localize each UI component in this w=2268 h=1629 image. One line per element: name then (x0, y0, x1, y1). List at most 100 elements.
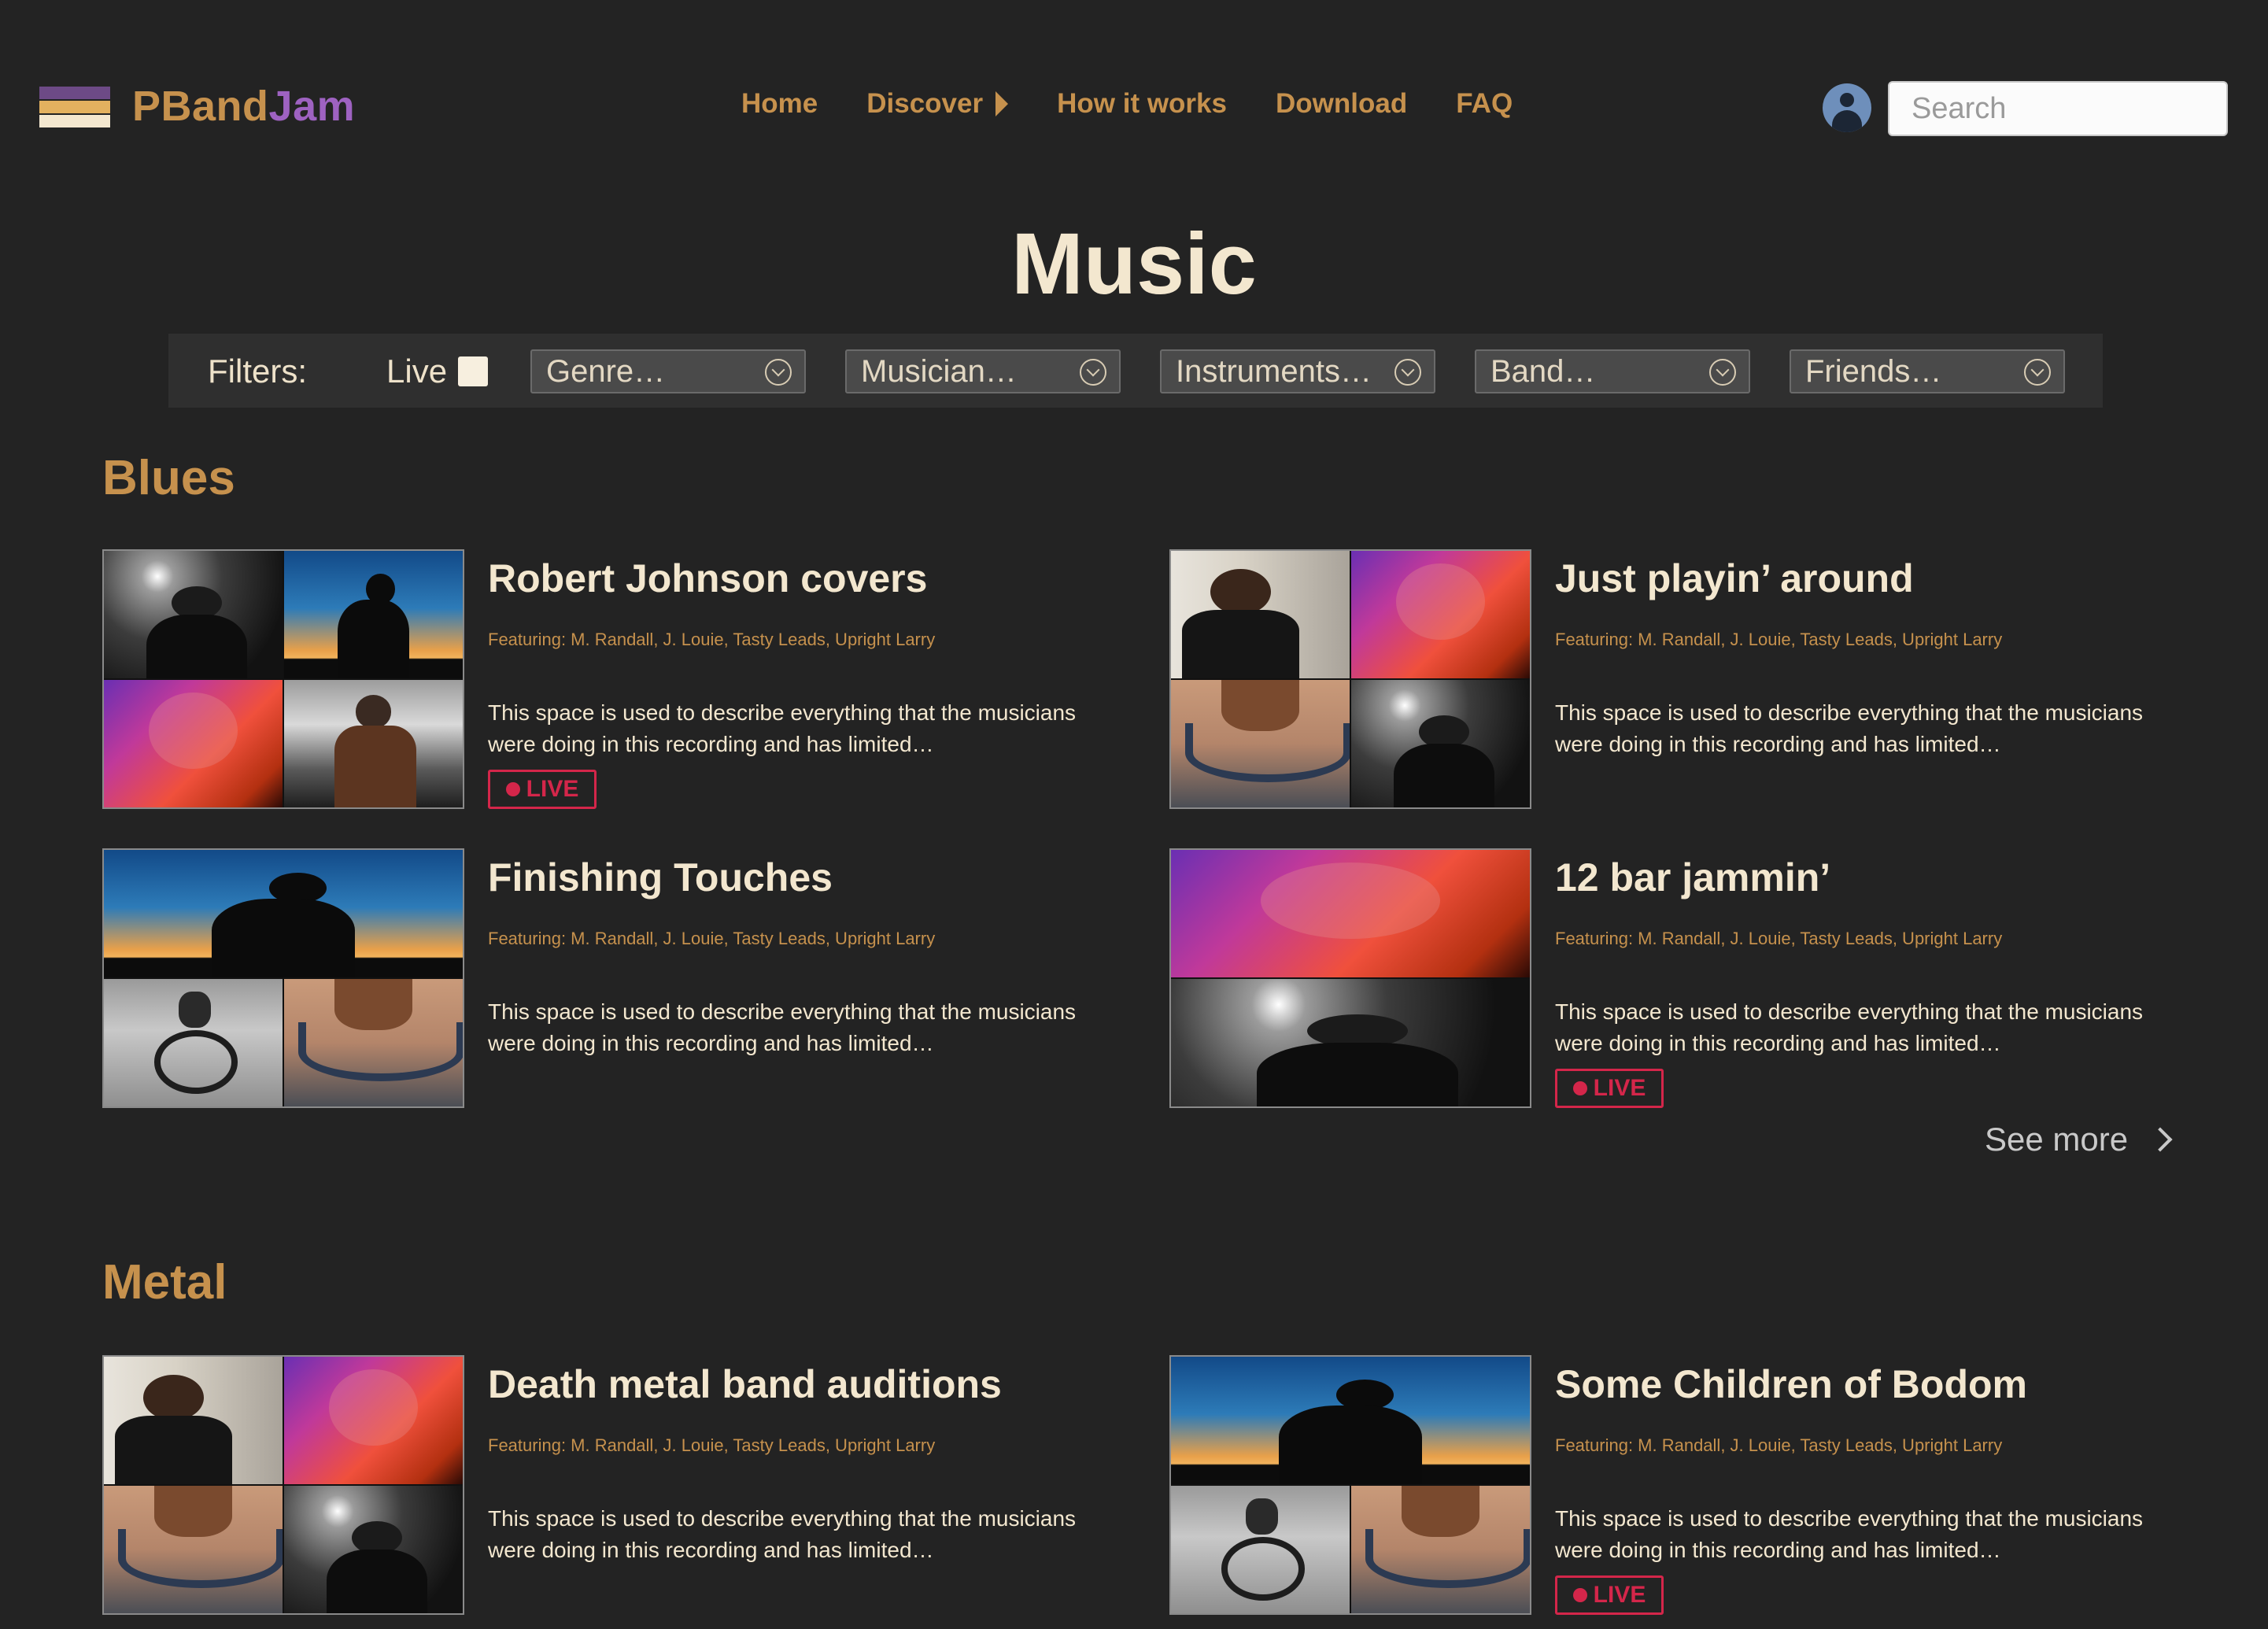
nav-home[interactable]: Home (741, 88, 818, 120)
chevron-down-icon (1394, 359, 1421, 386)
rock-singer-image (284, 1486, 463, 1613)
card-description: This space is used to describe everythin… (488, 1506, 1077, 1562)
live-filter: Live (386, 353, 489, 390)
section-title-blues: Blues (102, 451, 235, 505)
instruments-dropdown[interactable]: Instruments… (1160, 349, 1435, 393)
live-filter-label: Live (386, 353, 448, 390)
chevron-down-icon (1080, 359, 1106, 386)
card-thumbnail (102, 549, 464, 809)
musician-dropdown[interactable]: Musician… (845, 349, 1121, 393)
brand-name-part1: PBand (132, 83, 269, 130)
brand-name-part2: Jam (268, 83, 356, 130)
friends-dropdown-label: Friends… (1805, 354, 1942, 389)
cellist-image (284, 680, 463, 807)
guitar-closeup-image (1171, 850, 1530, 977)
card-title[interactable]: 12 bar jammin’ (1555, 855, 1830, 900)
card-description: This space is used to describe everythin… (1555, 999, 2144, 1055)
young-man-image (1171, 551, 1350, 678)
card-thumbnail (102, 848, 464, 1108)
nav-how-it-works[interactable]: How it works (1057, 88, 1227, 120)
live-dot-icon (1572, 1081, 1587, 1095)
filters-bar: Filters: Live Genre… Musician… Instrumen… (168, 334, 2103, 408)
recording-card[interactable]: 12 bar jammin’ Featuring: M. Randall, J.… (1169, 848, 2192, 1108)
card-featuring: Featuring: M. Randall, J. Louie, Tasty L… (1555, 929, 2003, 948)
card-title[interactable]: Some Children of Bodom (1555, 1361, 2027, 1407)
section-title-metal: Metal (102, 1255, 227, 1309)
musician-dropdown-label: Musician… (861, 354, 1017, 389)
chevron-right-icon (2148, 1127, 2173, 1152)
card-thumbnail (102, 1355, 464, 1615)
genre-dropdown[interactable]: Genre… (530, 349, 806, 393)
see-more-link[interactable]: See more (1985, 1121, 2173, 1158)
saxophone-silhouette-image (284, 551, 463, 678)
card-thumbnail (1169, 848, 1531, 1108)
card-thumbnail (1169, 549, 1531, 809)
microphone-headphones-image (104, 979, 283, 1106)
search-input[interactable] (1888, 81, 2228, 136)
live-badge-label: LIVE (1593, 1582, 1646, 1608)
brand-name: PBandJam (132, 82, 355, 131)
page-title: Music (1011, 216, 1257, 312)
card-featuring: Featuring: M. Randall, J. Louie, Tasty L… (1555, 630, 2003, 649)
guitar-closeup-image (1351, 551, 1530, 678)
headphones-woman-image (104, 1486, 283, 1613)
chevron-down-icon (765, 359, 792, 386)
card-title[interactable]: Finishing Touches (488, 855, 833, 900)
logo-stripes-icon (39, 82, 110, 131)
live-badge-label: LIVE (526, 776, 579, 802)
young-man-image (104, 1357, 283, 1484)
nav-discover[interactable]: Discover (866, 88, 1009, 120)
card-title[interactable]: Robert Johnson covers (488, 556, 927, 601)
card-title[interactable]: Just playin’ around (1555, 556, 1914, 601)
nav-download[interactable]: Download (1276, 88, 1407, 120)
card-description: This space is used to describe everythin… (488, 700, 1077, 756)
headphones-woman-image (1171, 680, 1350, 807)
recording-card[interactable]: Just playin’ around Featuring: M. Randal… (1169, 549, 2192, 809)
recording-card[interactable]: Robert Johnson covers Featuring: M. Rand… (102, 549, 1125, 809)
brand-logo[interactable]: PBandJam (39, 82, 355, 131)
guitar-closeup-image (104, 680, 283, 807)
card-thumbnail (1169, 1355, 1531, 1615)
main-nav: Home Discover How it works Download FAQ (741, 88, 1561, 120)
genre-dropdown-label: Genre… (546, 354, 666, 389)
card-title[interactable]: Death metal band auditions (488, 1361, 1002, 1407)
live-badge: LIVE (1555, 1575, 1664, 1615)
filters-label: Filters: (208, 353, 307, 390)
recording-card[interactable]: Finishing Touches Featuring: M. Randall,… (102, 848, 1125, 1108)
chevron-down-icon (1709, 359, 1736, 386)
caret-right-icon (995, 91, 1009, 116)
user-avatar-icon[interactable] (1823, 83, 1871, 132)
microphone-headphones-image (1171, 1486, 1350, 1613)
live-badge: LIVE (488, 770, 597, 809)
recording-card[interactable]: Some Children of Bodom Featuring: M. Ran… (1169, 1355, 2192, 1615)
card-description: This space is used to describe everythin… (488, 999, 1077, 1055)
card-featuring: Featuring: M. Randall, J. Louie, Tasty L… (488, 1435, 936, 1455)
card-description: This space is used to describe everythin… (1555, 700, 2144, 756)
site-header: PBandJam Home Discover How it works Down… (0, 0, 2268, 181)
live-badge-label: LIVE (1593, 1075, 1646, 1101)
nav-faq[interactable]: FAQ (1456, 88, 1513, 120)
headphones-woman-image (1351, 1486, 1530, 1613)
saxophone-silhouette-image (1171, 1357, 1530, 1484)
band-dropdown-label: Band… (1490, 354, 1596, 389)
guitar-closeup-image (284, 1357, 463, 1484)
headphones-woman-image (284, 979, 463, 1106)
recording-card[interactable]: Death metal band auditions Featuring: M.… (102, 1355, 1125, 1615)
rock-singer-image (104, 551, 283, 678)
card-featuring: Featuring: M. Randall, J. Louie, Tasty L… (488, 929, 936, 948)
instruments-dropdown-label: Instruments… (1176, 354, 1372, 389)
see-more-label: See more (1985, 1121, 2129, 1158)
nav-discover-label: Discover (866, 88, 984, 119)
live-dot-icon (1572, 1588, 1587, 1602)
saxophone-silhouette-image (104, 850, 463, 977)
rock-singer-image (1351, 680, 1530, 807)
card-description: This space is used to describe everythin… (1555, 1506, 2144, 1562)
rock-singer-image (1171, 979, 1530, 1106)
chevron-down-icon (2024, 359, 2051, 386)
live-dot-icon (505, 782, 520, 796)
live-checkbox[interactable] (458, 356, 489, 386)
band-dropdown[interactable]: Band… (1475, 349, 1750, 393)
live-badge: LIVE (1555, 1069, 1664, 1108)
card-featuring: Featuring: M. Randall, J. Louie, Tasty L… (488, 630, 936, 649)
friends-dropdown[interactable]: Friends… (1790, 349, 2065, 393)
